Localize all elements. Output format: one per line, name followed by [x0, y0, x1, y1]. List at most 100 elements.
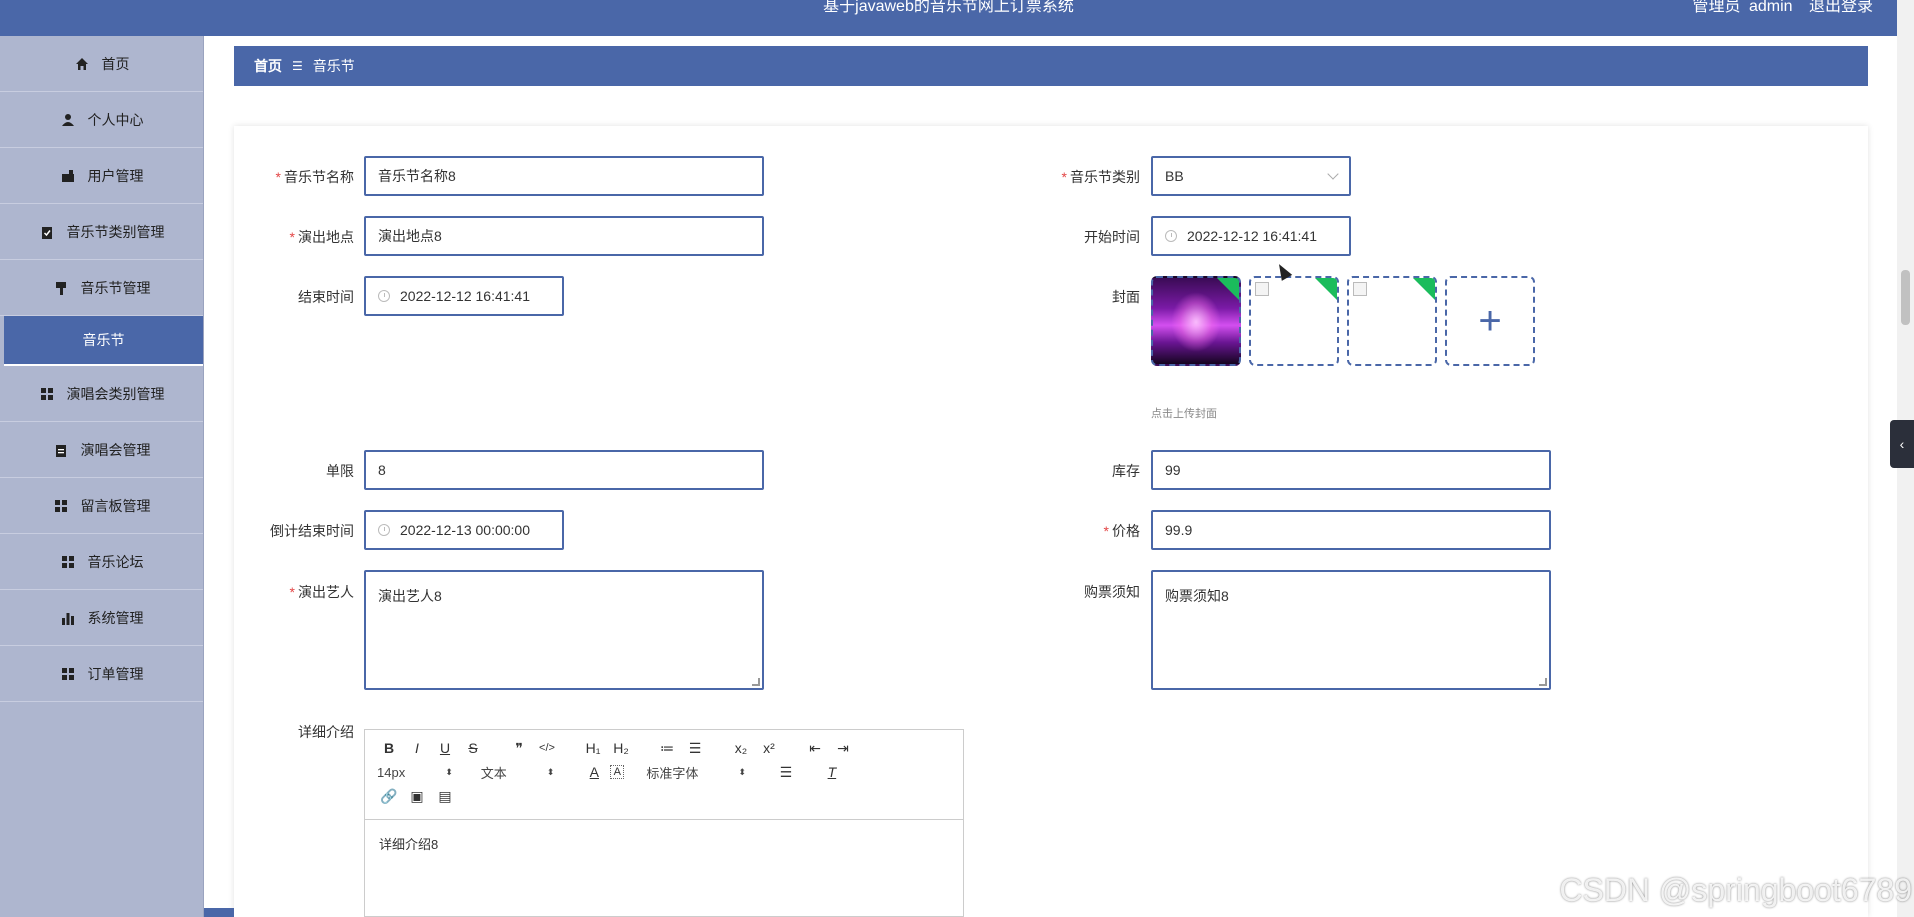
sidebar-item-label: 留言板管理	[80, 497, 151, 514]
clock-icon	[378, 290, 390, 302]
cover-upload-button[interactable]: +	[1445, 276, 1535, 366]
link-button[interactable]: 🔗	[377, 788, 401, 805]
clipboard-icon	[53, 442, 69, 458]
cover-upload-hint: 点击上传封面	[1151, 408, 1217, 420]
underline-button[interactable]: U	[433, 740, 457, 756]
broken-image-icon	[1255, 282, 1269, 296]
outdent-button[interactable]: ⇤	[803, 740, 827, 757]
grid-icon	[60, 554, 76, 570]
category-select[interactable]: BB	[1151, 156, 1351, 196]
stock-label: 库存	[1112, 463, 1140, 479]
sidebar-item-festival[interactable]: 音乐节	[4, 316, 203, 366]
sidebar-item-festival-category[interactable]: 音乐节类别管理	[0, 204, 203, 260]
chevron-down-icon	[1327, 168, 1339, 180]
sidebar: 首页 个人中心 用户管理 音乐节类别管理 音乐节管理 音乐节 演唱会类别管理 演…	[0, 36, 204, 917]
resize-handle-icon[interactable]	[1539, 678, 1547, 686]
artist-textarea[interactable]: 演出艺人8	[364, 570, 764, 690]
sidebar-item-users[interactable]: 用户管理	[0, 148, 203, 204]
price-input[interactable]: 99.9	[1151, 510, 1551, 550]
font-size-select[interactable]: 14px ⬍	[377, 765, 453, 780]
strike-button[interactable]: S	[461, 740, 485, 756]
sidebar-item-system[interactable]: 系统管理	[0, 590, 203, 646]
end-time-picker[interactable]: 2022-12-12 16:41:41	[364, 276, 564, 316]
top-header: 基于javaweb的音乐节网上订票系统 管理员 admin 退出登录	[0, 0, 1897, 36]
bullet-list-button[interactable]: ☰	[683, 740, 707, 757]
h2-button[interactable]: H₂	[609, 740, 633, 756]
venue-label: * 演出地点	[289, 229, 354, 245]
sidebar-item-forum[interactable]: 音乐论坛	[0, 534, 203, 590]
background-color-button[interactable]: A	[610, 765, 625, 779]
plus-icon: +	[1478, 298, 1502, 343]
price-label: * 价格	[1103, 523, 1140, 539]
cover-thumbnail-2[interactable]	[1249, 276, 1339, 366]
grid-icon	[39, 386, 55, 402]
sidebar-item-label: 音乐节管理	[80, 279, 151, 296]
countdown-picker[interactable]: 2022-12-13 00:00:00	[364, 510, 564, 550]
user-icon	[60, 112, 76, 128]
sidebar-item-concert-manage[interactable]: 演唱会管理	[0, 422, 203, 478]
sidebar-item-home[interactable]: 首页	[0, 36, 203, 92]
subscript-button[interactable]: x₂	[729, 740, 753, 756]
check-icon	[1411, 278, 1435, 302]
clear-format-button[interactable]: T	[820, 764, 844, 780]
editor-content[interactable]: 详细介绍8	[365, 820, 963, 867]
sidebar-item-message-board[interactable]: 留言板管理	[0, 478, 203, 534]
updown-icon: ⬍	[546, 766, 555, 777]
user-area: 管理员 admin 退出登录	[1688, 0, 1873, 15]
grid-icon	[53, 498, 69, 514]
editor-toolbar: B I U S ❞ </> H₁ H₂ ≔ ☰ x₂ x² ⇤ ⇥ 14px ⬍ …	[365, 730, 963, 820]
detail-label: 详细介绍	[298, 724, 354, 740]
video-button[interactable]: ▤	[433, 788, 457, 805]
sidebar-item-label: 演唱会类别管理	[66, 385, 165, 402]
breadcrumb-separator: ☰	[292, 59, 303, 73]
resize-handle-icon[interactable]	[752, 678, 760, 686]
blockquote-button[interactable]: ❞	[507, 740, 531, 757]
venue-input[interactable]: 演出地点8	[364, 216, 764, 256]
ordered-list-button[interactable]: ≔	[655, 740, 679, 757]
user-name: admin	[1748, 0, 1793, 15]
notice-textarea[interactable]: 购票须知8	[1151, 570, 1551, 690]
check-icon	[1215, 278, 1239, 302]
font-color-button[interactable]: A	[582, 764, 606, 780]
sidebar-item-festival-manage[interactable]: 音乐节管理	[0, 260, 203, 316]
breadcrumb-home[interactable]: 首页	[254, 56, 282, 76]
cover-thumbnail-3[interactable]	[1347, 276, 1437, 366]
sidebar-item-label: 演唱会管理	[80, 441, 151, 458]
chevron-left-icon: ‹	[1899, 436, 1905, 452]
indent-button[interactable]: ⇥	[831, 740, 855, 757]
updown-icon: ⬍	[738, 766, 746, 777]
image-button[interactable]: ▣	[405, 788, 429, 805]
sidebar-item-label: 用户管理	[87, 167, 144, 184]
stock-input[interactable]: 99	[1151, 450, 1551, 490]
sidebar-item-label: 首页	[101, 55, 130, 72]
start-time-picker[interactable]: 2022-12-12 16:41:41	[1151, 216, 1351, 256]
name-input[interactable]: 音乐节名称8	[364, 156, 764, 196]
sidebar-item-concert-category[interactable]: 演唱会类别管理	[0, 366, 203, 422]
breadcrumb: 首页 ☰ 音乐节	[234, 46, 1868, 86]
h1-button[interactable]: H₁	[581, 740, 605, 756]
category-label: * 音乐节类别	[1061, 169, 1140, 185]
collapse-panel-button[interactable]: ‹	[1890, 420, 1914, 468]
heading-select[interactable]: 文本 ⬍	[481, 763, 555, 782]
scrollbar-thumb[interactable]	[1901, 270, 1910, 325]
sidebar-item-label: 音乐节	[82, 332, 125, 348]
name-label: * 音乐节名称	[275, 169, 354, 185]
cover-thumbnail-1[interactable]	[1151, 276, 1241, 366]
breadcrumb-current: 音乐节	[312, 58, 355, 74]
sidebar-item-label: 系统管理	[87, 609, 144, 626]
superscript-button[interactable]: x²	[757, 740, 781, 756]
bottom-strip	[204, 908, 234, 917]
clipboard-check-icon	[39, 224, 55, 240]
font-family-select[interactable]: 标准字体 ⬍	[646, 763, 746, 782]
bold-button[interactable]: B	[377, 740, 401, 756]
users-icon	[60, 168, 76, 184]
code-block-button[interactable]: </>	[535, 742, 559, 754]
logout-link[interactable]: 退出登录	[1809, 0, 1873, 15]
sidebar-item-profile[interactable]: 个人中心	[0, 92, 203, 148]
sidebar-item-orders[interactable]: 订单管理	[0, 646, 203, 702]
end-time-label: 结束时间	[298, 289, 354, 305]
artist-label: * 演出艺人	[289, 584, 354, 600]
align-icon[interactable]: ☰	[774, 764, 798, 781]
limit-input[interactable]: 8	[364, 450, 764, 490]
italic-button[interactable]: I	[405, 740, 429, 756]
